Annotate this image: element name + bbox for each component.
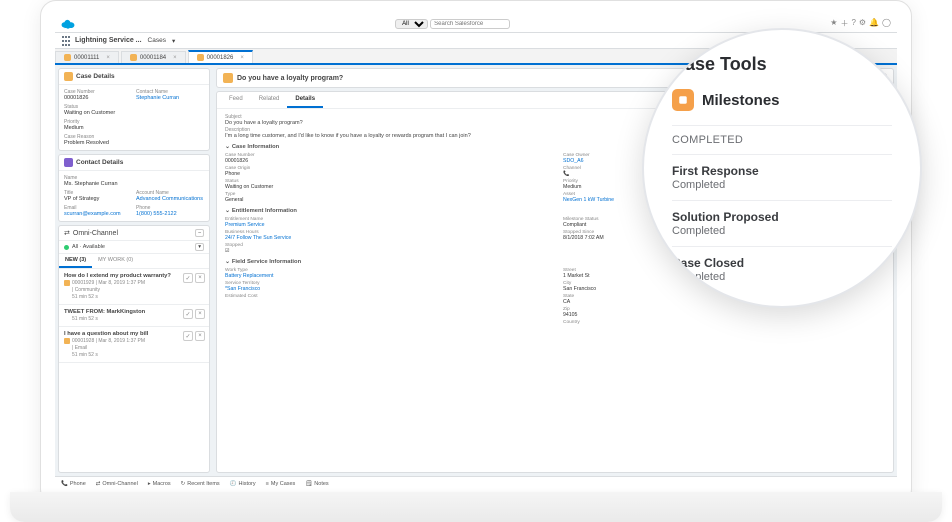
milestone-status: Completed: [672, 271, 892, 283]
app-name: Lightning Service ...: [75, 37, 142, 44]
chevron-down-icon[interactable]: ⌄: [225, 144, 230, 150]
milestone-row: Solution ProposedCompleted: [672, 200, 892, 246]
tab-related[interactable]: Related: [251, 92, 288, 108]
case-icon: [64, 54, 71, 61]
notes-icon: 🗒: [305, 481, 312, 487]
omni-icon: ⇄: [96, 481, 101, 487]
omni-channel-panel: ⇄Omni-Channel– All · Available▾ NEW (3) …: [58, 225, 210, 473]
setup-icon[interactable]: ⚙: [859, 18, 866, 29]
contact-details-card: Contact Details NameMs. Stephanie Curran…: [58, 154, 210, 222]
work-type-link[interactable]: Battery Replacement: [225, 273, 547, 279]
card-title: Contact Details: [76, 159, 123, 166]
panel-title: Omni-Channel: [73, 230, 118, 237]
work-item[interactable]: I have a question about my bill00001928 …: [59, 327, 209, 363]
accept-button[interactable]: ✓: [183, 309, 193, 319]
tab-new[interactable]: NEW (3): [59, 254, 92, 268]
status-indicator-icon: [64, 245, 69, 250]
search-scope-select[interactable]: All: [395, 19, 428, 29]
zoom-magnifier: Case Tools Milestones COMPLETED First Re…: [642, 28, 922, 308]
phone-icon: 📞: [61, 481, 68, 487]
case-icon: [64, 338, 70, 344]
business-hours-link[interactable]: 24/7 Follow The Sun Service: [225, 235, 547, 241]
global-search: All: [395, 19, 510, 29]
contact-icon: [64, 158, 73, 167]
chevron-down-icon[interactable]: ⌄: [225, 259, 230, 265]
card-title: Case Details: [76, 73, 115, 80]
status-dropdown[interactable]: ▾: [195, 243, 204, 251]
milestone-name: First Response: [672, 164, 892, 178]
utility-bar: 📞Phone ⇄Omni-Channel ▸Macros ↻Recent Ite…: [55, 476, 897, 490]
territory-link[interactable]: *San Francisco: [225, 286, 547, 292]
email-link[interactable]: scurran@example.com: [64, 211, 132, 217]
minimize-button[interactable]: –: [195, 229, 204, 237]
case-tools-title: Case Tools: [672, 54, 892, 75]
case-icon: [64, 280, 70, 286]
milestone-status: Completed: [672, 225, 892, 237]
case-icon: [197, 54, 204, 61]
help-icon[interactable]: ?: [851, 18, 855, 29]
accept-button[interactable]: ✓: [183, 331, 193, 341]
decline-button[interactable]: ×: [195, 309, 205, 319]
chevron-down-icon[interactable]: ⌄: [225, 208, 230, 214]
close-icon[interactable]: ×: [240, 55, 244, 61]
contact-link[interactable]: Stephanie Curran: [136, 95, 204, 101]
close-icon[interactable]: ×: [173, 55, 177, 61]
case-icon: [64, 72, 73, 81]
util-omni[interactable]: ⇄Omni-Channel: [96, 481, 138, 487]
list-icon: ≡: [266, 481, 269, 487]
util-recent[interactable]: ↻Recent Items: [181, 481, 220, 487]
close-icon[interactable]: ×: [106, 55, 110, 61]
decline-button[interactable]: ×: [195, 331, 205, 341]
tab-00001184[interactable]: 00001184×: [121, 51, 186, 63]
salesforce-logo-icon: [61, 19, 75, 29]
app-launcher-icon[interactable]: [61, 35, 69, 46]
work-list: How do I extend my product warranty?0000…: [59, 269, 209, 363]
util-phone[interactable]: 📞Phone: [61, 481, 86, 487]
history-icon: 🕘: [230, 481, 237, 487]
entitlement-link[interactable]: Premium Service: [225, 222, 547, 228]
decline-button[interactable]: ×: [195, 273, 205, 283]
phone-link[interactable]: 1(800) 555-2122: [136, 211, 204, 217]
milestone-row: First ResponseCompleted: [672, 154, 892, 200]
milestone-name: Solution Proposed: [672, 210, 892, 224]
util-mycases[interactable]: ≡My Cases: [266, 481, 296, 487]
completed-label: COMPLETED: [672, 125, 892, 154]
chevron-down-icon[interactable]: ▾: [172, 37, 175, 45]
header-icons: ★ ＋ ? ⚙ 🔔 ◯: [830, 18, 891, 29]
search-input[interactable]: [430, 19, 510, 29]
macros-icon: ▸: [148, 481, 151, 487]
status-text: All · Available: [72, 244, 105, 250]
add-icon[interactable]: ＋: [840, 18, 848, 29]
accept-button[interactable]: ✓: [183, 273, 193, 283]
work-item[interactable]: TWEET FROM: MarkKingston51 min 52 s✓×: [59, 305, 209, 327]
notification-icon[interactable]: 🔔: [869, 18, 879, 29]
tab-feed[interactable]: Feed: [221, 92, 251, 108]
record-title: Do you have a loyalty program?: [237, 75, 343, 82]
case-icon: [223, 73, 233, 83]
favorite-icon[interactable]: ★: [830, 18, 837, 29]
milestone-name: Case Closed: [672, 256, 892, 270]
tab-details[interactable]: Details: [287, 92, 323, 108]
nav-item-cases[interactable]: Cases: [148, 37, 166, 44]
milestones-header: Milestones: [672, 89, 892, 111]
case-details-card: Case Details Case Number00001826 Contact…: [58, 68, 210, 151]
tab-00001111[interactable]: 00001111×: [55, 51, 119, 63]
work-item[interactable]: How do I extend my product warranty?0000…: [59, 269, 209, 305]
util-notes[interactable]: 🗒Notes: [305, 481, 328, 487]
omni-icon: ⇄: [64, 229, 70, 237]
util-macros[interactable]: ▸Macros: [148, 481, 171, 487]
milestone-status: Completed: [672, 179, 892, 191]
account-link[interactable]: Advanced Communications: [136, 196, 204, 202]
clock-icon: ↻: [181, 481, 186, 487]
tab-00001826[interactable]: 00001826×: [188, 50, 253, 63]
case-icon: [130, 54, 137, 61]
milestones-icon: [672, 89, 694, 111]
avatar-icon[interactable]: ◯: [882, 18, 891, 29]
util-history[interactable]: 🕘History: [230, 481, 256, 487]
tab-my-work[interactable]: MY WORK (0): [92, 254, 139, 268]
